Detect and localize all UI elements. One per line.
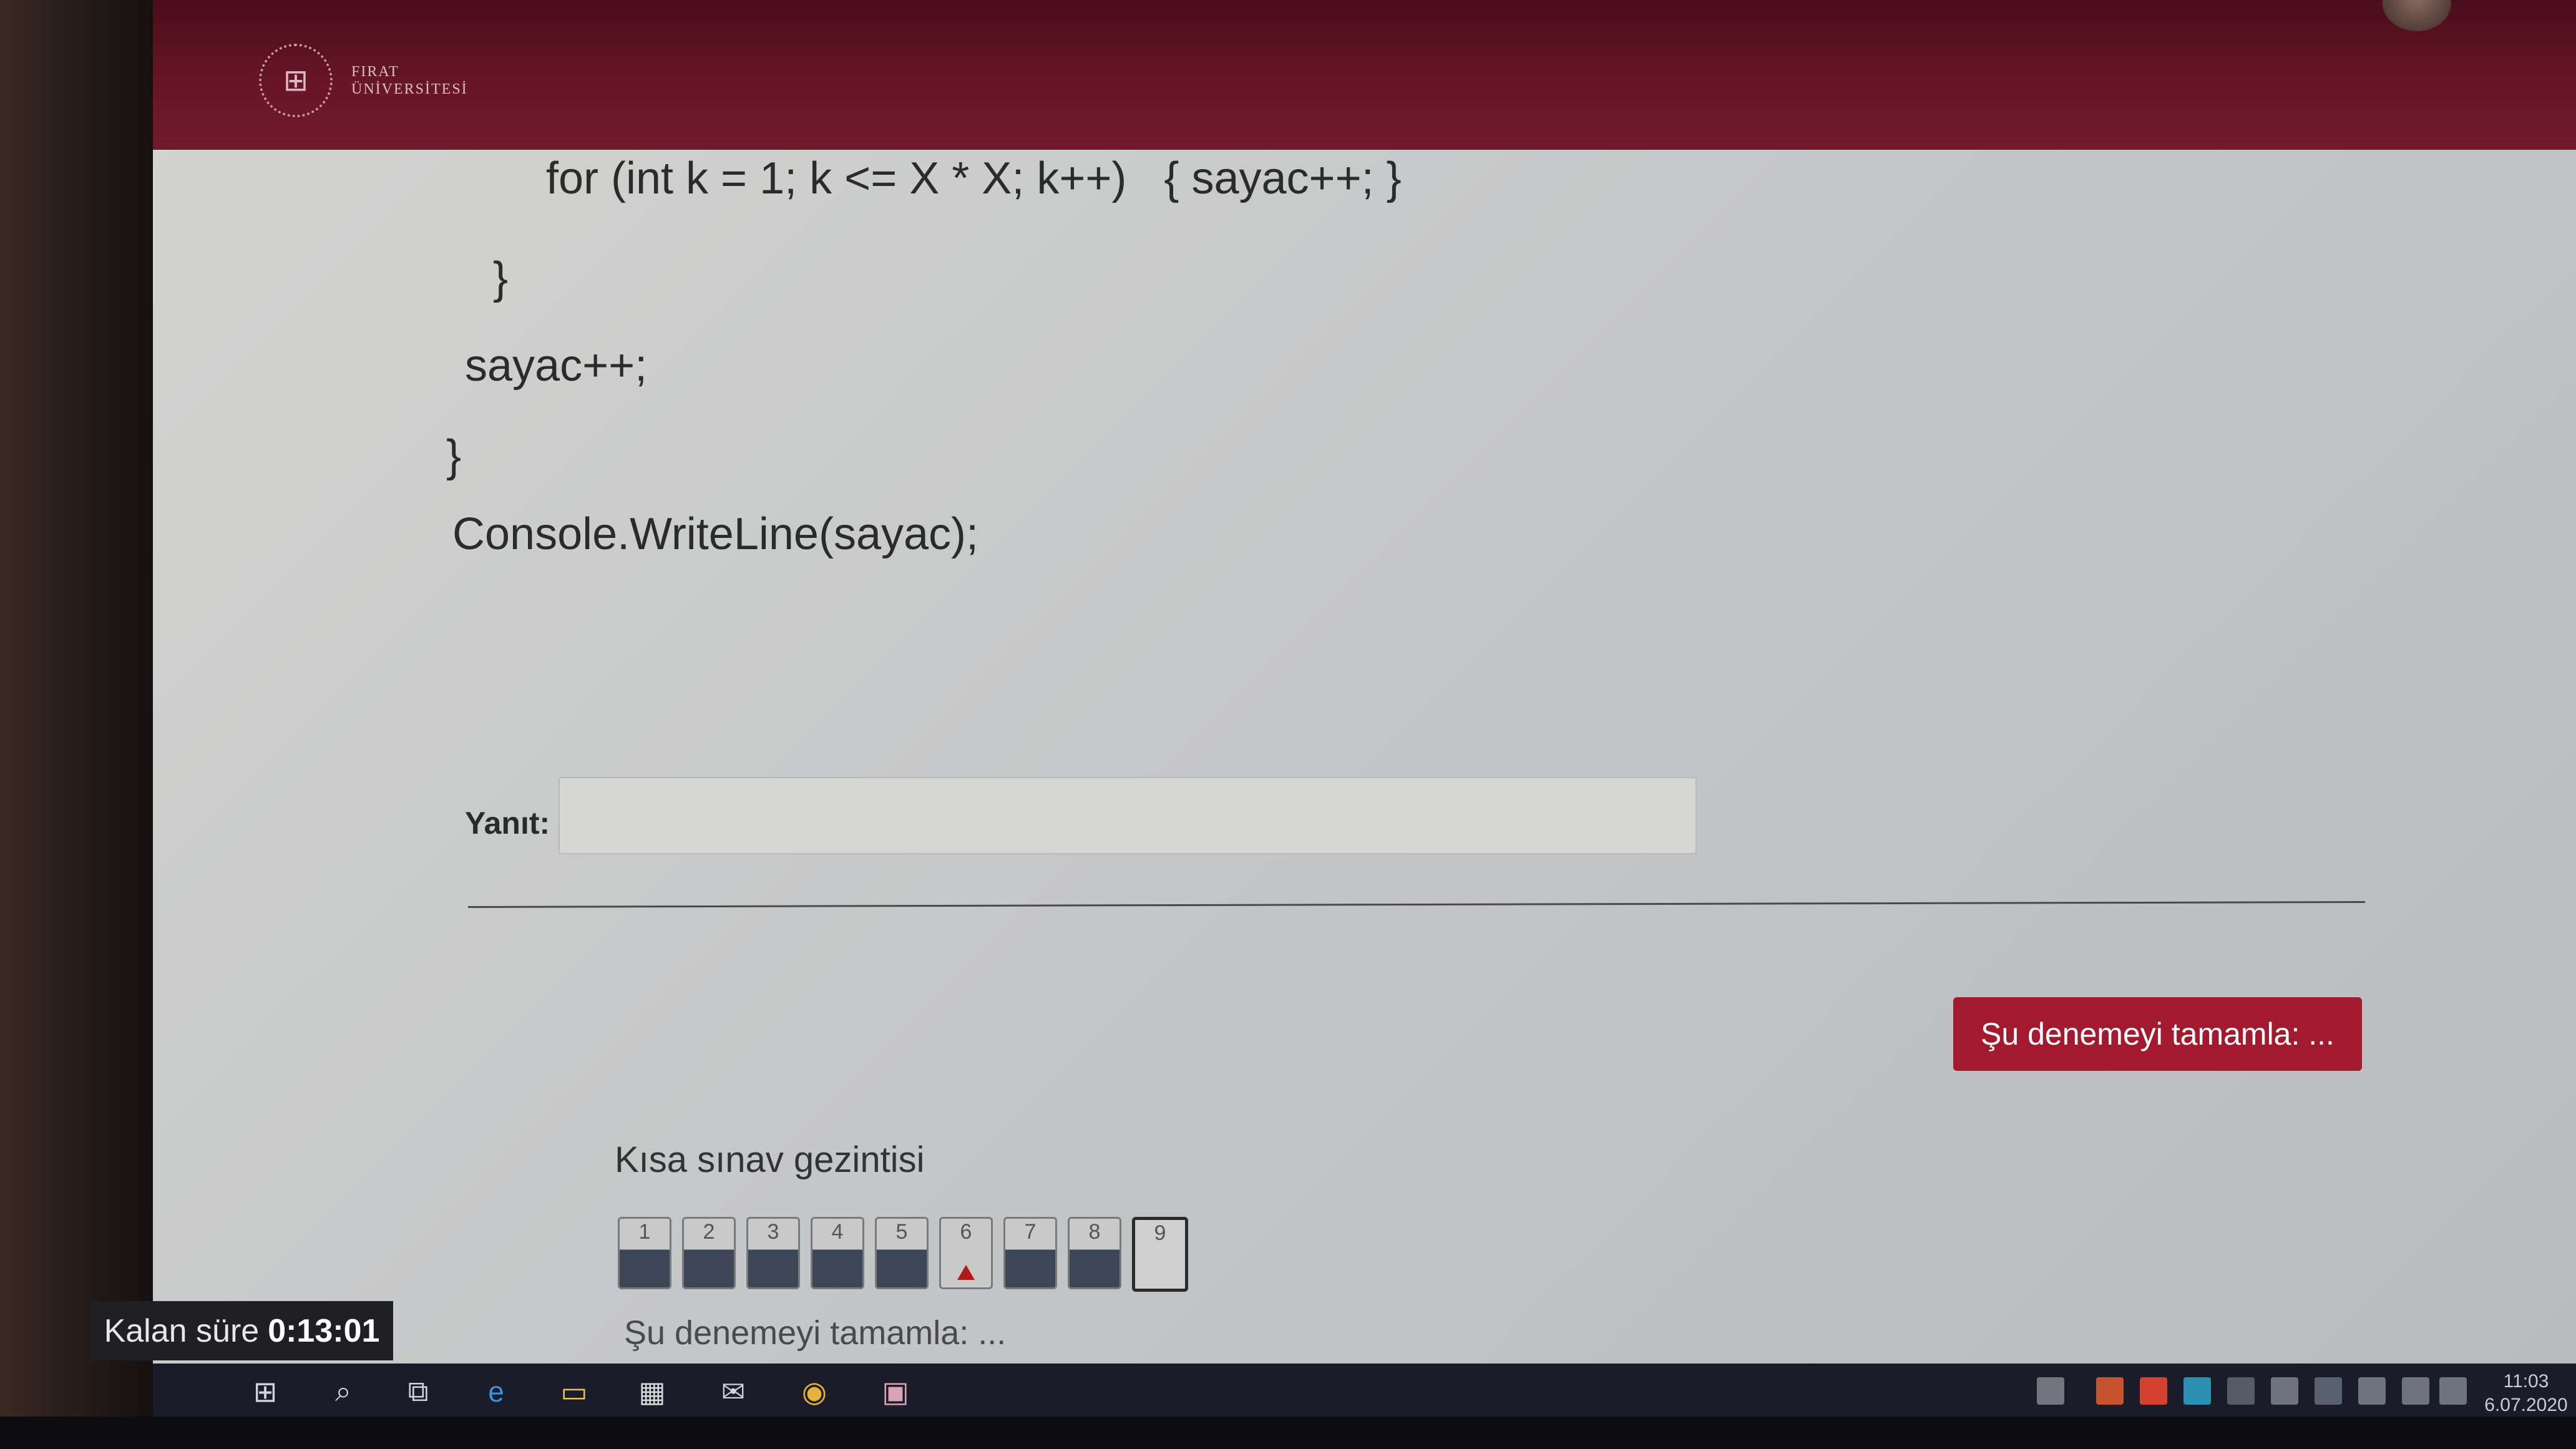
- tray-app-icon[interactable]: [2271, 1377, 2298, 1405]
- chrome-icon[interactable]: ◉: [796, 1373, 833, 1410]
- question-nav-button-1[interactable]: 1: [618, 1217, 671, 1289]
- tray-app-icon[interactable]: [2183, 1377, 2211, 1405]
- site-header: ⊞ FIRAT ÜNİVERSİTESİ: [153, 0, 2576, 150]
- monitor-bezel: [0, 0, 156, 1449]
- logo-line-2: ÜNİVERSİTESİ: [351, 81, 468, 97]
- question-nav-button-5[interactable]: 5: [875, 1217, 929, 1289]
- monitor-bezel-bottom: [0, 1417, 2576, 1449]
- tray-app-icon[interactable]: [2315, 1377, 2342, 1405]
- tray-app-icon[interactable]: [2096, 1377, 2124, 1405]
- question-nav-button-6[interactable]: 6: [939, 1217, 993, 1289]
- windows-taskbar: ⊞ ⌕ ⧉ e ▭ ▦ ✉ ◉ ▣ 11:03 6.07.2020: [153, 1364, 2576, 1420]
- remaining-time: Kalan süre 0:13:01: [90, 1301, 393, 1360]
- people-icon[interactable]: [2037, 1377, 2064, 1405]
- question-nav-button-4[interactable]: 4: [811, 1217, 864, 1289]
- code-line: sayac++;: [465, 341, 648, 391]
- mail-icon[interactable]: ✉: [715, 1373, 752, 1410]
- question-nav-button-7[interactable]: 7: [1003, 1217, 1057, 1289]
- app-icon[interactable]: ▣: [877, 1373, 914, 1410]
- edge-icon[interactable]: e: [477, 1373, 515, 1410]
- user-avatar[interactable]: [2383, 0, 2451, 31]
- logo-text: FIRAT ÜNİVERSİTESİ: [351, 63, 468, 98]
- windows-start-icon[interactable]: ⊞: [246, 1373, 284, 1410]
- search-icon[interactable]: ⌕: [324, 1373, 362, 1410]
- question-nav-button-2[interactable]: 2: [682, 1217, 736, 1289]
- language-icon[interactable]: [2439, 1377, 2467, 1405]
- store-icon[interactable]: ▦: [633, 1373, 671, 1410]
- browser-viewport: ⊞ FIRAT ÜNİVERSİTESİ for (int k = 1; k <…: [153, 0, 2576, 1364]
- question-nav-button-9[interactable]: 9: [1132, 1217, 1188, 1292]
- timer-value: 0:13:01: [268, 1312, 380, 1349]
- timer-label: Kalan süre: [104, 1312, 260, 1349]
- university-seal-icon: ⊞: [259, 44, 333, 117]
- finish-attempt-button[interactable]: Şu denemeyi tamamla: ...: [1953, 997, 2362, 1071]
- file-explorer-icon[interactable]: ▭: [555, 1373, 593, 1410]
- answer-label: Yanıt:: [465, 806, 550, 841]
- code-line: Console.WriteLine(sayac);: [452, 509, 979, 559]
- logo-line-1: FIRAT: [351, 64, 399, 80]
- volume-icon[interactable]: [2402, 1377, 2429, 1405]
- tray-app-icon[interactable]: [2140, 1377, 2167, 1405]
- question-nav-button-8[interactable]: 8: [1068, 1217, 1121, 1289]
- flag-icon: [957, 1265, 975, 1280]
- code-line: }: [493, 253, 509, 303]
- network-icon[interactable]: [2358, 1377, 2386, 1405]
- question-nav-button-3[interactable]: 3: [746, 1217, 800, 1289]
- task-view-icon[interactable]: ⧉: [399, 1373, 437, 1410]
- code-line: for (int k = 1; k <= X * X; k++) { sayac…: [546, 154, 1402, 203]
- answer-input[interactable]: [559, 777, 1697, 854]
- clock-date: 6.07.2020: [2484, 1395, 2568, 1415]
- system-clock[interactable]: 11:03 6.07.2020: [2476, 1370, 2576, 1417]
- quiz-navigation-title: Kısa sınav gezintisi: [615, 1139, 925, 1180]
- clock-time: 11:03: [2503, 1371, 2549, 1392]
- finish-attempt-link[interactable]: Şu denemeyi tamamla: ...: [624, 1314, 1006, 1352]
- quiz-navigation: 1 2 3 4 5 6 7 8 9: [618, 1217, 1188, 1292]
- onedrive-icon[interactable]: [2227, 1377, 2255, 1405]
- university-logo[interactable]: ⊞ FIRAT ÜNİVERSİTESİ: [259, 44, 468, 117]
- divider: [468, 901, 2365, 908]
- code-line: }: [446, 431, 462, 481]
